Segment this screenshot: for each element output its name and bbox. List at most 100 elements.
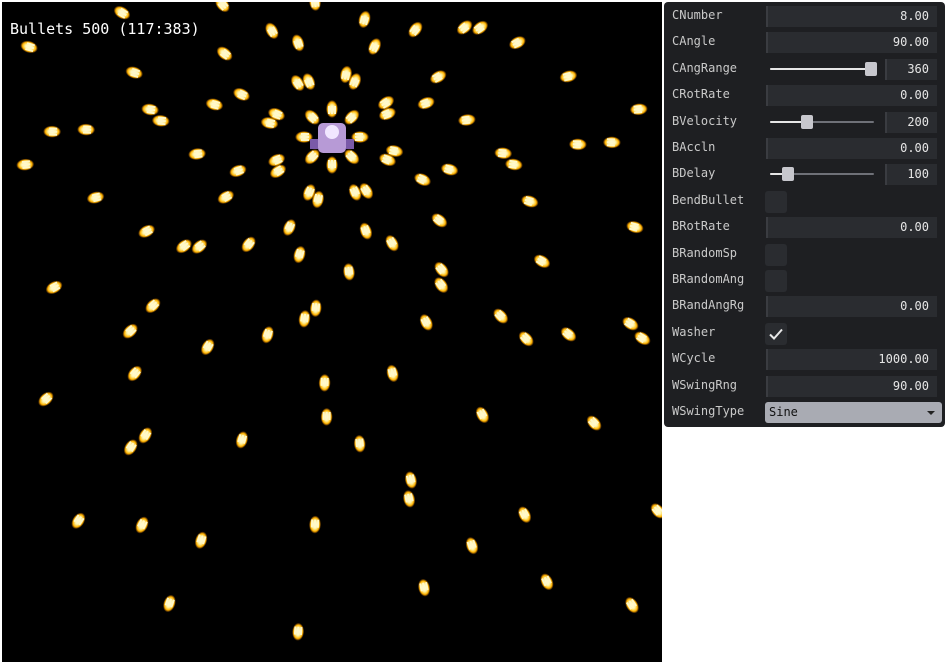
param-row-baccln: BAccln 0.00: [664, 136, 945, 162]
bullet: [215, 2, 230, 13]
bullet: [493, 308, 509, 324]
bullet: [298, 309, 311, 328]
bullet: [138, 427, 153, 444]
param-label: CAngRange: [672, 60, 738, 75]
brandangrg-input[interactable]: 0.00: [766, 296, 937, 318]
bullet: [431, 213, 448, 228]
bullet-field: [16, 2, 662, 641]
param-row-bvelocity: BVelocity 200: [664, 110, 945, 136]
bullet: [429, 70, 447, 84]
bullet: [292, 622, 305, 641]
bullet: [77, 123, 96, 136]
bullet: [318, 373, 331, 392]
param-row-wcycle: WCycle 1000.00: [664, 347, 945, 373]
bullet: [402, 490, 416, 508]
bullet: [622, 316, 639, 331]
param-row-brandangrg: BRandAngRg 0.00: [664, 294, 945, 320]
bullet: [434, 261, 449, 278]
bullet: [472, 20, 489, 36]
bullet: [624, 596, 640, 614]
cangle-input[interactable]: 90.00: [766, 32, 937, 54]
bullet: [386, 364, 399, 383]
bdelay-input[interactable]: 100: [885, 164, 937, 186]
bullet: [433, 277, 449, 294]
bullet: [45, 280, 63, 295]
bullet: [367, 37, 382, 56]
bullet: [216, 46, 233, 61]
bullet: [417, 96, 435, 110]
bullet: [465, 536, 479, 555]
bullet: [533, 254, 551, 269]
bullet: [135, 516, 149, 534]
bullet: [71, 512, 86, 530]
bullet: [475, 406, 490, 424]
wswingrng-input[interactable]: 90.00: [766, 375, 937, 397]
crotrate-input[interactable]: 0.00: [766, 85, 937, 107]
bullet: [16, 158, 35, 171]
bullet: [559, 70, 578, 83]
bullet: [293, 245, 306, 264]
bullet: [123, 439, 138, 456]
bullet: [217, 190, 235, 204]
bullet: [650, 503, 662, 519]
chevron-down-icon: [927, 411, 935, 415]
slider-handle[interactable]: [781, 167, 794, 182]
param-row-cangle: CAngle 90.00: [664, 30, 945, 56]
bullet: [122, 323, 138, 339]
bullet: [38, 391, 54, 407]
param-row-bendbullet: BendBullet: [664, 189, 945, 215]
game-canvas[interactable]: Bullets 500 (117:383): [2, 2, 662, 662]
param-label: CRotRate: [672, 87, 730, 102]
bullet: [440, 163, 459, 176]
cnumber-input[interactable]: 8.00: [766, 6, 937, 27]
param-row-wswingrng: WSwingRng 90.00: [664, 374, 945, 400]
wswingtype-dropdown[interactable]: Sine: [765, 402, 942, 423]
bullet: [540, 573, 554, 591]
bullet: [232, 87, 251, 102]
player-sprite: [310, 123, 354, 153]
wcycle-input[interactable]: 1000.00: [766, 349, 937, 371]
bullet: [191, 239, 208, 254]
bullet: [308, 2, 322, 12]
bullet: [235, 431, 249, 449]
bullet: [200, 338, 215, 356]
bullet: [494, 147, 513, 160]
brandomsp-checkbox[interactable]: [765, 243, 787, 266]
cangrange-slider[interactable]: [770, 61, 877, 76]
bullet: [358, 10, 371, 29]
param-label: BAccln: [672, 140, 716, 154]
bullet: [504, 158, 523, 171]
bullet: [568, 138, 587, 151]
bullet: [517, 506, 532, 524]
bvelocity-input[interactable]: 200: [885, 111, 937, 133]
param-label: BVelocity: [672, 113, 738, 128]
param-label: WSwingRng: [672, 377, 738, 392]
param-label: CAngle: [672, 34, 716, 49]
parameter-panel: CNumber 8.00 CAngle 90.00 CAngRange 360 CRotRa…: [664, 2, 945, 427]
param-label: BRandomAng: [672, 272, 745, 286]
bullet: [309, 299, 322, 318]
slider-handle[interactable]: [864, 61, 877, 76]
brandomang-checkbox[interactable]: [765, 270, 787, 292]
bdelay-slider[interactable]: [770, 167, 874, 182]
bullet: [43, 125, 62, 138]
bullet: [194, 531, 208, 550]
washer-checkbox[interactable]: [765, 322, 787, 345]
param-row-wswingtype: WSwingType Sine: [664, 400, 945, 426]
param-row-brotrate: BRotRate 0.00: [664, 215, 945, 241]
cangrange-input[interactable]: 360: [885, 58, 937, 80]
param-row-cnumber: CNumber 8.00: [664, 4, 945, 30]
brotrate-input[interactable]: 0.00: [766, 217, 937, 239]
param-row-brandomsp: BRandomSp: [664, 242, 945, 268]
bullet: [261, 326, 274, 344]
bendbullet-checkbox[interactable]: [765, 190, 787, 213]
bvelocity-slider[interactable]: [770, 114, 874, 129]
slider-handle[interactable]: [801, 114, 814, 129]
bullet: [404, 471, 418, 489]
bullet: [308, 515, 322, 534]
bullet: [265, 22, 279, 40]
param-label: WSwingType: [672, 404, 745, 418]
bullet: [282, 218, 297, 237]
baccln-input[interactable]: 0.00: [766, 138, 937, 159]
bullet: [342, 262, 356, 281]
